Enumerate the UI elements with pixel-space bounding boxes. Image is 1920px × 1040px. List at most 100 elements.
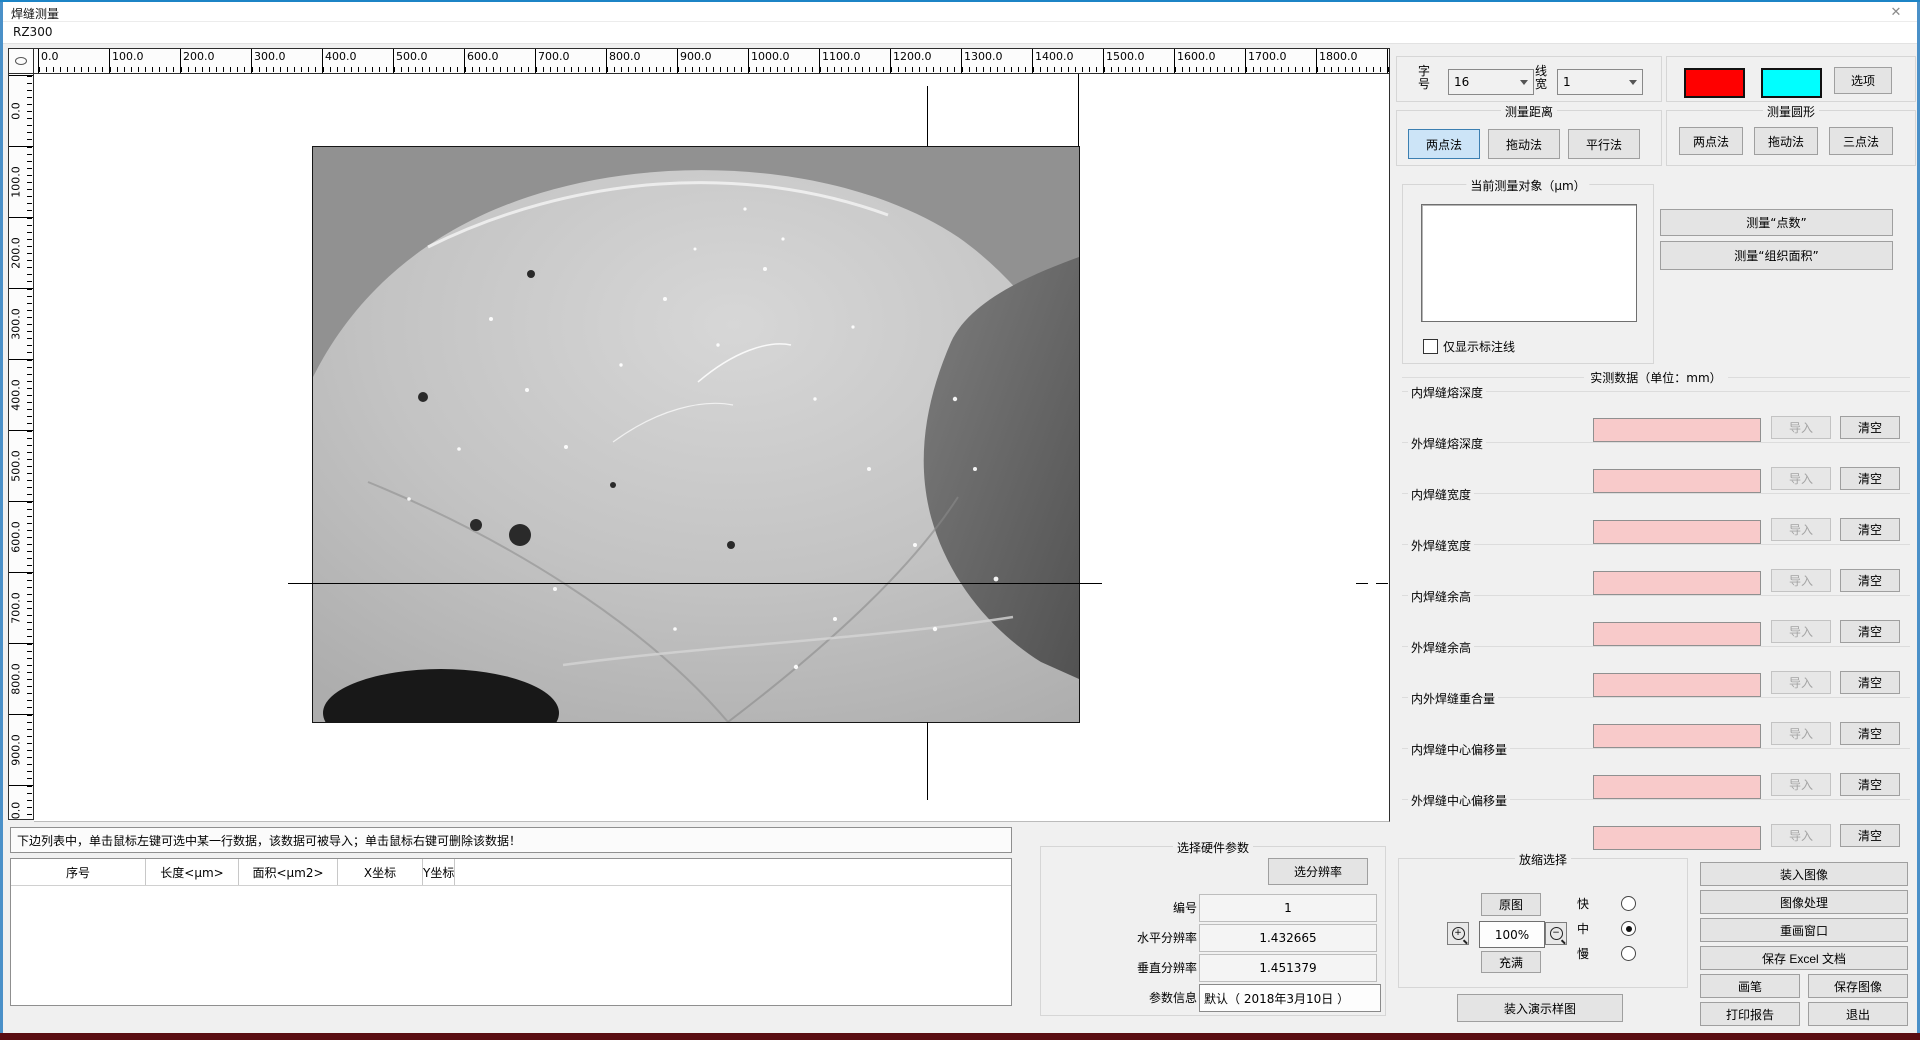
results-table: 序号长度<μm>面积<μm2>X坐标Y坐标 bbox=[10, 858, 1012, 1006]
magnifier-plus-icon: + bbox=[1452, 927, 1465, 940]
speed-radio[interactable] bbox=[1621, 896, 1636, 911]
ruler-segment: 900.0 bbox=[9, 714, 33, 785]
ruler-segment: 1300.0 bbox=[961, 49, 1032, 73]
close-icon[interactable]: ✕ bbox=[1885, 3, 1907, 21]
hardware-field-value[interactable]: 1 bbox=[1199, 894, 1377, 922]
ruler-segment: 1400.0 bbox=[1032, 49, 1103, 73]
measure-method-button[interactable]: 拖动法 bbox=[1488, 129, 1560, 159]
table-header-cell: 长度<μm> bbox=[146, 859, 239, 885]
speed-option: 中 bbox=[1577, 920, 1647, 936]
action-button[interactable]: 保存 Excel 文档 bbox=[1700, 946, 1908, 970]
clear-button[interactable]: 清空 bbox=[1840, 773, 1900, 796]
line-width-dropdown[interactable]: 1 bbox=[1557, 69, 1643, 95]
speed-option: 慢 bbox=[1577, 945, 1647, 961]
clear-button[interactable]: 清空 bbox=[1840, 518, 1900, 541]
ruler-segment: 200.0 bbox=[9, 217, 33, 288]
zoom-out-button[interactable]: − bbox=[1545, 922, 1567, 945]
import-button[interactable]: 导入 bbox=[1771, 671, 1831, 694]
action-button[interactable]: 打印报告 bbox=[1700, 1002, 1800, 1026]
measure-method-button[interactable]: 两点法 bbox=[1408, 129, 1480, 159]
measurement-value-input[interactable] bbox=[1593, 775, 1761, 799]
ruler-segment: 1100.0 bbox=[819, 49, 890, 73]
hardware-field-value[interactable]: 1.451379 bbox=[1199, 954, 1377, 982]
import-button[interactable]: 导入 bbox=[1771, 416, 1831, 439]
action-button[interactable]: 图像处理 bbox=[1700, 890, 1908, 914]
zoom-in-button[interactable]: + bbox=[1447, 922, 1469, 945]
measure-action-button[interactable]: 测量“组织面积” bbox=[1660, 241, 1893, 270]
font-size-dropdown[interactable]: 16 bbox=[1448, 69, 1534, 95]
hardware-field-value[interactable]: 默认（ 2018年3月10日 ） bbox=[1199, 984, 1381, 1012]
measurement-label: 内焊缝余高 bbox=[1408, 588, 1474, 605]
table-body[interactable] bbox=[11, 885, 1011, 1006]
load-demo-image-button[interactable]: 装入演示样图 bbox=[1457, 994, 1623, 1022]
speed-radio[interactable] bbox=[1621, 946, 1636, 961]
measurement-label: 外焊缝余高 bbox=[1408, 639, 1474, 656]
fit-button[interactable]: 充满 bbox=[1481, 951, 1541, 973]
hardware-panel: 选择硬件参数 选分辨率 编号 1 水平分辨率 1.432665 垂直分辨率 1.… bbox=[1040, 846, 1386, 1016]
measurement-value-input[interactable] bbox=[1593, 826, 1761, 850]
clear-button[interactable]: 清空 bbox=[1840, 824, 1900, 847]
measurement-value-input[interactable] bbox=[1593, 571, 1761, 595]
import-button[interactable]: 导入 bbox=[1771, 773, 1831, 796]
measurement-value-input[interactable] bbox=[1593, 673, 1761, 697]
menu-item[interactable]: RZ300 bbox=[13, 25, 52, 39]
select-resolution-button[interactable]: 选分辨率 bbox=[1268, 858, 1368, 885]
speed-radio[interactable] bbox=[1621, 921, 1636, 936]
measurement-value-input[interactable] bbox=[1593, 469, 1761, 493]
secondary-color-swatch[interactable] bbox=[1761, 68, 1822, 98]
import-button[interactable]: 导入 bbox=[1771, 569, 1831, 592]
measurement-value-input[interactable] bbox=[1593, 724, 1761, 748]
measurement-row: 外焊缝熔深度 导入 清空 bbox=[1402, 442, 1910, 493]
import-button[interactable]: 导入 bbox=[1771, 620, 1831, 643]
hardware-field-value[interactable]: 1.432665 bbox=[1199, 924, 1377, 952]
clear-button[interactable]: 清空 bbox=[1840, 467, 1900, 490]
ruler-segment: 400.0 bbox=[9, 359, 33, 430]
measure-method-button[interactable]: 平行法 bbox=[1568, 129, 1640, 159]
action-button[interactable]: 退出 bbox=[1808, 1002, 1908, 1026]
primary-color-swatch[interactable] bbox=[1684, 68, 1745, 98]
table-header-cell: 面积<μm2> bbox=[239, 859, 338, 885]
clear-button[interactable]: 清空 bbox=[1840, 620, 1900, 643]
measure-method-button[interactable]: 三点法 bbox=[1829, 127, 1893, 155]
options-button[interactable]: 选项 bbox=[1834, 67, 1892, 94]
measurement-value-input[interactable] bbox=[1593, 520, 1761, 544]
measure-method-button[interactable]: 拖动法 bbox=[1754, 127, 1818, 155]
ruler-segment: 800.0 bbox=[606, 49, 677, 73]
clear-button[interactable]: 清空 bbox=[1840, 416, 1900, 439]
clear-button[interactable]: 清空 bbox=[1840, 722, 1900, 745]
table-header-cell: 序号 bbox=[11, 859, 146, 885]
action-button[interactable]: 重画窗口 bbox=[1700, 918, 1908, 942]
ruler-segment: 1000.0 bbox=[9, 785, 33, 820]
ruler-segment: 600.0 bbox=[9, 501, 33, 572]
action-button[interactable]: 保存图像 bbox=[1808, 974, 1908, 998]
import-button[interactable]: 导入 bbox=[1771, 824, 1831, 847]
speed-label: 快 bbox=[1577, 895, 1589, 912]
measurement-value-input[interactable] bbox=[1593, 622, 1761, 646]
window-border-bottom bbox=[0, 1033, 1920, 1040]
original-size-button[interactable]: 原图 bbox=[1481, 893, 1541, 916]
window-border-left bbox=[0, 2, 3, 1033]
measurement-value-input[interactable] bbox=[1593, 418, 1761, 442]
speed-label: 中 bbox=[1577, 920, 1589, 937]
measure-method-button[interactable]: 两点法 bbox=[1679, 127, 1743, 155]
measurement-row: 外焊缝宽度 导入 清空 bbox=[1402, 544, 1910, 595]
hint-text-bar: 下边列表中，单击鼠标左键可选中某一行数据，该数据可被导入；单击鼠标右键可删除该数… bbox=[10, 827, 1012, 853]
ruler-segment: 400.0 bbox=[322, 49, 393, 73]
zoom-percent-value[interactable]: 100% bbox=[1479, 921, 1545, 948]
action-buttons: 装入图像图像处理重画窗口保存 Excel 文档画笔保存图像打印报告退出 bbox=[1700, 862, 1908, 1026]
ruler-segment: 700.0 bbox=[9, 572, 33, 643]
line-width-value: 1 bbox=[1563, 75, 1571, 89]
measure-action-button[interactable]: 测量“点数” bbox=[1660, 209, 1893, 236]
measure-circle-group: 测量圆形 两点法拖动法三点法 bbox=[1666, 110, 1916, 166]
show-annotation-only-checkbox[interactable] bbox=[1423, 339, 1438, 354]
zoom-panel-title: 放缩选择 bbox=[1515, 851, 1571, 868]
clear-button[interactable]: 清空 bbox=[1840, 671, 1900, 694]
clear-button[interactable]: 清空 bbox=[1840, 569, 1900, 592]
action-button[interactable]: 装入图像 bbox=[1700, 862, 1908, 886]
import-button[interactable]: 导入 bbox=[1771, 518, 1831, 541]
action-button[interactable]: 画笔 bbox=[1700, 974, 1800, 998]
vertical-guide-line bbox=[927, 86, 928, 146]
import-button[interactable]: 导入 bbox=[1771, 467, 1831, 490]
image-canvas[interactable] bbox=[34, 74, 1390, 822]
import-button[interactable]: 导入 bbox=[1771, 722, 1831, 745]
